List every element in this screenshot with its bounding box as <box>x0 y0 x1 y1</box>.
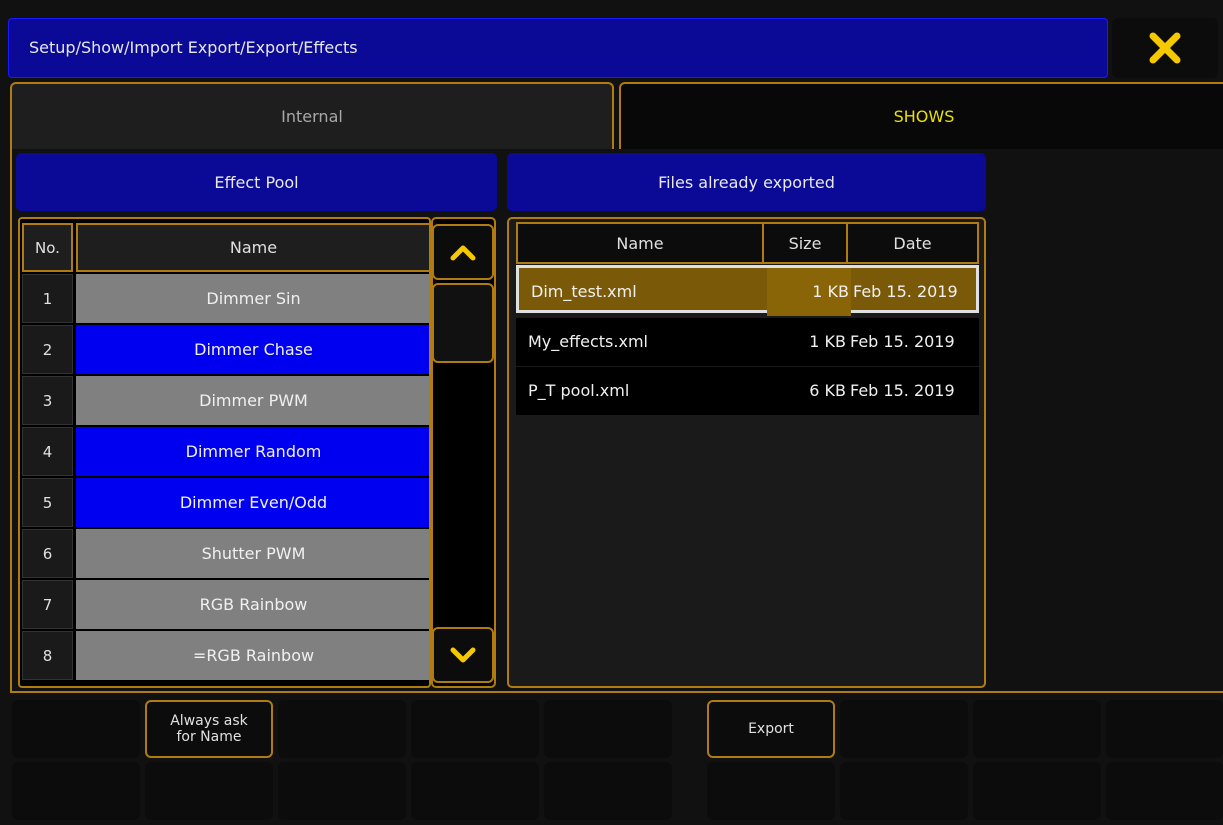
scroll-up-button[interactable] <box>432 224 494 280</box>
file-row[interactable]: My_effects.xml 1 KB Feb 15. 2019 <box>516 318 979 366</box>
column-header-name[interactable]: Name <box>76 223 429 272</box>
effect-pool-table: No. Name 1 Dimmer Sin 2 Dimmer Chase 3 Dimmer… <box>18 217 431 688</box>
function-button-empty[interactable] <box>12 700 140 758</box>
effect-pool-header: Effect Pool <box>16 153 497 211</box>
effect-pool-title: Effect Pool <box>214 172 299 192</box>
effect-pool-header-row: No. Name <box>20 223 429 274</box>
function-button-empty[interactable] <box>411 700 539 758</box>
file-name: Dim_test.xml <box>531 282 637 301</box>
function-button-empty[interactable] <box>973 762 1101 820</box>
close-icon <box>1149 32 1181 64</box>
effect-pool-row[interactable]: 3 Dimmer PWM <box>20 376 429 427</box>
effect-name[interactable]: Dimmer Chase <box>76 325 429 374</box>
file-size: 6 KB <box>809 381 846 400</box>
file-date: Feb 15. 2019 <box>850 332 955 351</box>
tab-shows[interactable]: SHOWS <box>619 82 1223 149</box>
files-exported-title: Files already exported <box>658 172 835 192</box>
effect-name[interactable]: RGB Rainbow <box>76 580 429 629</box>
title-bar: Setup/Show/Import Export/Export/Effects <box>8 18 1108 78</box>
file-size: 1 KB <box>767 268 851 316</box>
close-button[interactable] <box>1112 18 1218 78</box>
scroll-down-button[interactable] <box>432 627 494 683</box>
export-label: Export <box>748 721 794 737</box>
effect-name[interactable]: Dimmer Sin <box>76 274 429 323</box>
effect-name[interactable]: Dimmer Random <box>76 427 429 476</box>
function-button-empty[interactable] <box>278 700 406 758</box>
file-row[interactable]: Dim_test.xml 1 KB Feb 15. 2019 <box>516 265 979 316</box>
effect-pool-row[interactable]: 4 Dimmer Random <box>20 427 429 478</box>
window-title: Setup/Show/Import Export/Export/Effects <box>29 38 358 57</box>
file-size: 1 KB <box>809 332 846 351</box>
column-header-date[interactable]: Date <box>846 222 979 264</box>
effect-pool-row[interactable]: 6 Shutter PWM <box>20 529 429 580</box>
file-date: Feb 15. 2019 <box>850 381 955 400</box>
file-row[interactable]: P_T pool.xml 6 KB Feb 15. 2019 <box>516 367 979 415</box>
function-button-empty[interactable] <box>544 762 672 820</box>
files-exported-header: Files already exported <box>507 153 986 211</box>
function-button-empty[interactable] <box>411 762 539 820</box>
tab-internal-label: Internal <box>281 107 343 126</box>
file-name: My_effects.xml <box>528 332 648 351</box>
function-button-empty[interactable] <box>840 700 968 758</box>
effect-name[interactable]: Dimmer PWM <box>76 376 429 425</box>
effect-pool-row[interactable]: 7 RGB Rainbow <box>20 580 429 631</box>
file-name: P_T pool.xml <box>528 381 630 400</box>
tab-internal[interactable]: Internal <box>10 82 614 149</box>
chevron-down-icon <box>450 647 476 663</box>
effect-number: 1 <box>22 274 73 323</box>
function-button-empty[interactable] <box>1106 762 1223 820</box>
column-header-no[interactable]: No. <box>22 223 73 272</box>
function-button-empty[interactable] <box>12 762 140 820</box>
effect-pool-row[interactable]: 5 Dimmer Even/Odd <box>20 478 429 529</box>
effect-number: 3 <box>22 376 73 425</box>
scroll-thumb[interactable] <box>432 283 494 363</box>
column-header-size[interactable]: Size <box>762 222 848 264</box>
function-button-empty[interactable] <box>973 700 1101 758</box>
effect-number: 5 <box>22 478 73 527</box>
export-button[interactable]: Export <box>707 700 835 758</box>
function-button-empty[interactable] <box>145 762 273 820</box>
function-button-empty[interactable] <box>544 700 672 758</box>
chevron-up-icon <box>450 245 476 261</box>
column-header-filename[interactable]: Name <box>516 222 764 264</box>
effect-number: 8 <box>22 631 73 680</box>
function-button-empty[interactable] <box>840 762 968 820</box>
function-button-empty[interactable] <box>707 762 835 820</box>
effect-name[interactable]: Dimmer Even/Odd <box>76 478 429 527</box>
effect-number: 4 <box>22 427 73 476</box>
effect-name[interactable]: Shutter PWM <box>76 529 429 578</box>
effect-name[interactable]: =RGB Rainbow <box>76 631 429 680</box>
tab-shows-label: SHOWS <box>893 107 955 126</box>
effect-pool-row[interactable]: 1 Dimmer Sin <box>20 274 429 325</box>
effect-number: 2 <box>22 325 73 374</box>
effect-number: 6 <box>22 529 73 578</box>
file-date: Feb 15. 2019 <box>853 282 958 301</box>
always-ask-for-name-label: Always ask for Name <box>170 713 248 745</box>
effect-pool-row[interactable]: 8 =RGB Rainbow <box>20 631 429 682</box>
effect-number: 7 <box>22 580 73 629</box>
always-ask-for-name-button[interactable]: Always ask for Name <box>145 700 273 758</box>
effect-pool-row[interactable]: 2 Dimmer Chase <box>20 325 429 376</box>
function-button-empty[interactable] <box>1106 700 1223 758</box>
function-button-empty[interactable] <box>278 762 406 820</box>
